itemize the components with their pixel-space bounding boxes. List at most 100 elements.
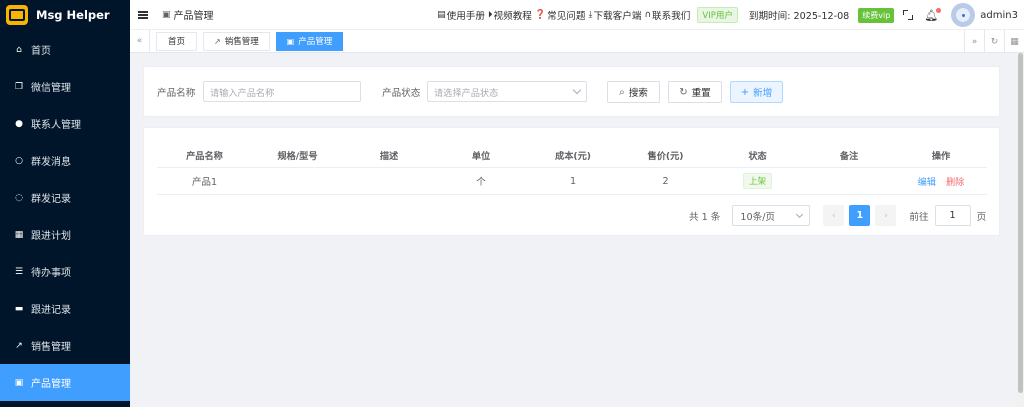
link-label: 联系我们: [652, 11, 691, 22]
sidebar-item-broadcast-records[interactable]: ◌ 群发记录: [0, 179, 130, 216]
column-header: 操作: [931, 150, 951, 162]
link-label: 视频教程: [493, 11, 532, 22]
scrollbar-thumb[interactable]: [1018, 53, 1023, 393]
logo-icon: [6, 5, 28, 25]
edit-link[interactable]: 编辑: [918, 177, 936, 188]
top-bar: ▣ 产品管理 ▤ 使用手册 ⏵ 视频教程 ❓ 常见问题 ⤓ 下载客户端 ∩ 联系我们 VI…: [130, 0, 1024, 30]
tabs-actions: » ↻ ▦: [964, 30, 1024, 53]
cell-actions: 编辑 删除: [895, 174, 987, 188]
tabs-scroll-left-icon[interactable]: «: [130, 29, 150, 53]
sidebar-item-wechat[interactable]: ❐ 微信管理: [0, 68, 130, 105]
breadcrumb: ▣ 产品管理: [162, 7, 214, 23]
column-header: 售价(元): [647, 150, 684, 162]
chevron-right-icon: ›: [884, 210, 888, 221]
sidebar-item-label: 首页: [31, 46, 51, 57]
renew-vip-button[interactable]: 续费vip: [858, 7, 895, 23]
breadcrumb-current: 产品管理: [173, 11, 214, 22]
tab-label: 首页: [168, 37, 186, 47]
tab-sales[interactable]: ↗ 销售管理: [203, 31, 270, 51]
goto-label: 前往: [909, 211, 929, 223]
product-name-label: 产品名称: [157, 88, 196, 99]
add-button[interactable]: + 新增: [730, 81, 783, 103]
goto-page-input[interactable]: 1: [934, 205, 971, 226]
grid-menu-icon[interactable]: ▦: [1004, 30, 1024, 53]
avatar[interactable]: [951, 3, 976, 27]
play-icon: ⏵: [488, 10, 493, 20]
input-placeholder: 请输入产品名称: [210, 87, 275, 99]
tab-home[interactable]: 首页: [156, 31, 198, 51]
column-header: 状态: [748, 150, 767, 162]
button-label: 重置: [691, 88, 711, 99]
link-download[interactable]: ⤓ 下载客户端: [588, 8, 641, 22]
link-faq[interactable]: ❓ 常见问题: [535, 8, 586, 22]
chat-icon: ○: [15, 155, 23, 166]
product-table-card: 产品名称 规格/型号 描述 单位 成本(元) 售价(元) 状态 备注 操作 产品…: [143, 127, 1000, 236]
sidebar-item-followup-plan[interactable]: ▦ 跟进计划: [0, 216, 130, 253]
search-button[interactable]: ⌕ 搜索: [607, 81, 660, 103]
box-icon: ▣: [14, 377, 24, 388]
button-label: 新增: [753, 88, 773, 99]
page-suffix: 页: [976, 211, 987, 223]
page-number-current[interactable]: 1: [849, 205, 871, 226]
sidebar-item-sales[interactable]: ↗ 销售管理: [0, 327, 130, 364]
link-label: 常见问题: [547, 11, 586, 22]
tab-label: 产品管理: [298, 37, 333, 47]
page-size-value: 10条/页: [740, 211, 776, 223]
briefcase-icon: ▬: [14, 303, 24, 314]
next-page-button[interactable]: ›: [875, 205, 897, 226]
column-header: 成本(元): [555, 150, 591, 162]
column-header: 备注: [839, 150, 859, 162]
book-icon: ▤: [437, 10, 446, 20]
copy-icon: ❐: [14, 81, 24, 92]
product-name-input[interactable]: 请输入产品名称: [203, 81, 361, 102]
user-icon: ●: [15, 118, 23, 129]
sidebar-item-contacts[interactable]: ● 联系人管理: [0, 105, 130, 142]
select-placeholder: 请选择产品状态: [434, 87, 499, 99]
product-status-label: 产品状态: [382, 88, 421, 99]
notification-dot: [936, 7, 942, 13]
reset-button[interactable]: ↻ 重置: [668, 81, 722, 103]
cell-price: 2: [662, 175, 669, 187]
sidebar-item-followup-records[interactable]: ▬ 跟进记录: [0, 290, 130, 327]
sidebar: Msg Helper ⌂ 首页 ❐ 微信管理 ● 联系人管理 ○ 群发消息 ◌ 群发记录 …: [0, 0, 130, 407]
tab-products[interactable]: ▣ 产品管理: [275, 31, 344, 51]
chevron-left-icon: ‹: [832, 210, 836, 221]
link-manual[interactable]: ▤ 使用手册: [437, 8, 485, 22]
total-count: 共 1 条: [689, 211, 721, 223]
link-video[interactable]: ⏵ 视频教程: [488, 8, 532, 22]
username[interactable]: admin3: [980, 10, 1018, 21]
menu-toggle-icon[interactable]: [138, 10, 148, 19]
cell-name: 产品1: [191, 177, 218, 188]
link-contact[interactable]: ∩ 联系我们: [644, 8, 690, 22]
list-icon: ☰: [14, 266, 24, 277]
vip-badge: VIP用户: [697, 7, 738, 23]
page-size-select[interactable]: 10条/页: [732, 205, 811, 226]
sidebar-item-todo[interactable]: ☰ 待办事项: [0, 253, 130, 290]
table-header: 产品名称 规格/型号 描述 单位 成本(元) 售价(元) 状态 备注 操作: [157, 142, 987, 168]
app-logo: Msg Helper: [0, 0, 130, 30]
chevron-down-icon: [796, 210, 804, 219]
sidebar-item-label: 微信管理: [31, 83, 71, 94]
tabs-scroll-right-icon[interactable]: »: [964, 30, 984, 53]
sidebar-item-broadcast[interactable]: ○ 群发消息: [0, 142, 130, 179]
box-icon: ▣: [162, 9, 171, 20]
download-icon: ⤓: [588, 10, 593, 20]
column-header: 规格/型号: [277, 150, 318, 162]
sidebar-menu: ⌂ 首页 ❐ 微信管理 ● 联系人管理 ○ 群发消息 ◌ 群发记录 ▦ 跟进计划 ☰ 待办事项…: [0, 31, 130, 401]
pagination: 共 1 条 10条/页 ‹ 1 › 前往 1 页: [689, 205, 986, 226]
main-scrollbar[interactable]: [1017, 53, 1024, 407]
sidebar-item-products[interactable]: ▣ 产品管理: [0, 364, 130, 401]
refresh-icon[interactable]: ↻: [984, 30, 1004, 53]
sidebar-item-label: 待办事项: [31, 268, 71, 279]
prev-page-button[interactable]: ‹: [823, 205, 845, 226]
question-icon: ❓: [534, 10, 547, 20]
notification-bell-icon[interactable]: 🔔︎: [924, 7, 942, 22]
calendar-icon: ▦: [14, 229, 24, 240]
cell-status: 上架: [712, 173, 803, 189]
product-status-select[interactable]: 请选择产品状态: [427, 81, 587, 102]
fullscreen-icon[interactable]: [903, 10, 914, 20]
chat-dots-icon: ◌: [15, 192, 23, 203]
sidebar-item-label: 联系人管理: [31, 120, 81, 131]
sidebar-item-home[interactable]: ⌂ 首页: [0, 31, 130, 68]
delete-link[interactable]: 删除: [946, 177, 964, 188]
